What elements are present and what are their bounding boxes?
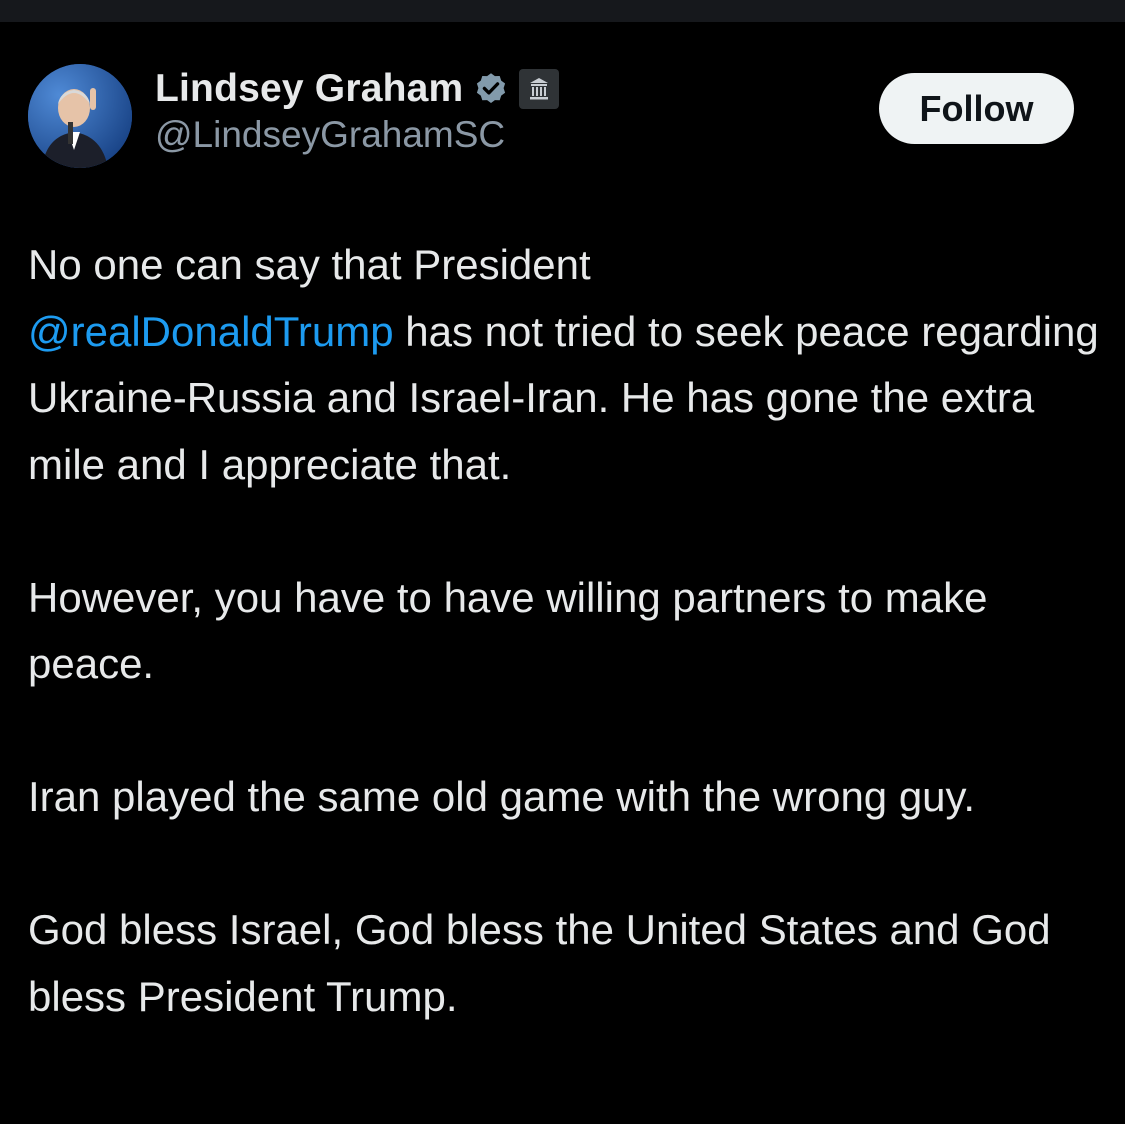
tweet-paragraph: Iran played the same old game with the w… bbox=[28, 773, 976, 820]
display-name-row: Lindsey Graham bbox=[155, 64, 560, 114]
top-status-strip bbox=[0, 0, 1125, 22]
government-building-icon[interactable] bbox=[519, 69, 560, 109]
tweet-paragraph: However, you have to have willing partne… bbox=[28, 573, 988, 688]
tweet-text-segment: No one can say that President bbox=[28, 241, 591, 288]
tweet-paragraph: No one can say that President @realDonald… bbox=[28, 232, 1108, 498]
verified-badge-icon[interactable] bbox=[473, 71, 509, 107]
avatar-photo-icon bbox=[28, 64, 132, 168]
tweet-paragraph: God bless Israel, God bless the United S… bbox=[28, 906, 1051, 1020]
display-name[interactable]: Lindsey Graham bbox=[155, 67, 463, 111]
mention-link[interactable]: @realDonaldTrump bbox=[28, 308, 394, 355]
user-handle[interactable]: @LindseyGrahamSC bbox=[155, 114, 505, 156]
tweet-header: Lindsey Graham @LindseyGrahamSC Follow bbox=[0, 22, 1125, 182]
tweet-text: No one can say that President @realDonald… bbox=[28, 232, 1108, 1030]
follow-button[interactable]: Follow bbox=[879, 73, 1074, 144]
avatar[interactable] bbox=[28, 64, 132, 168]
